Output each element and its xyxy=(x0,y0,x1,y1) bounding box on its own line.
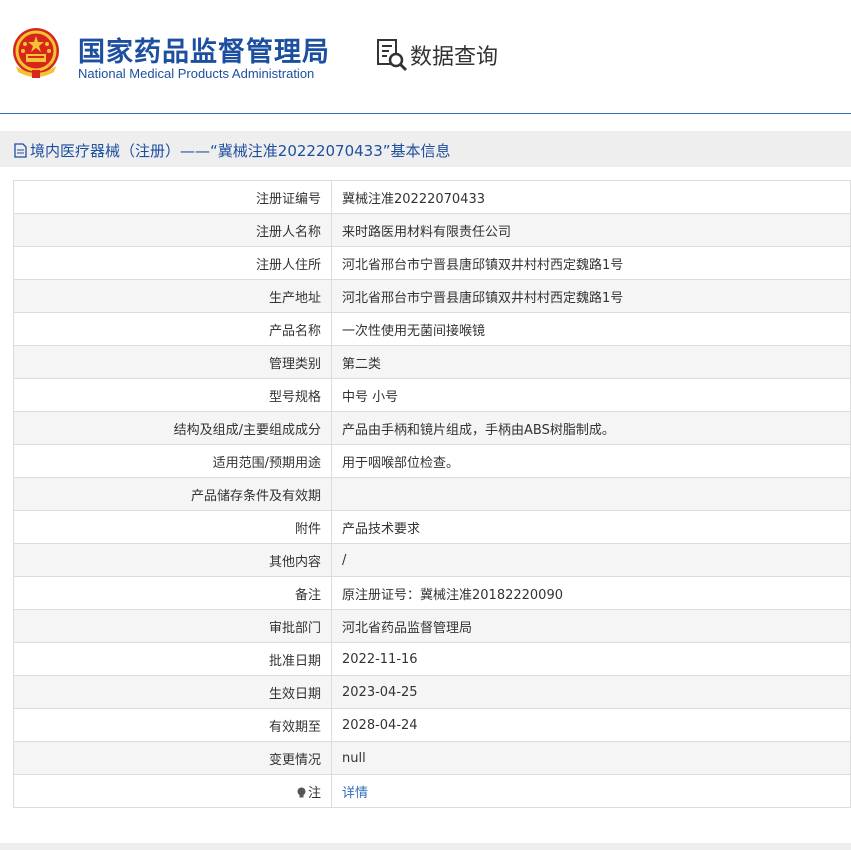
document-search-icon xyxy=(377,39,408,72)
org-name-cn: 国家药品监督管理局 xyxy=(78,37,330,68)
page-title: 境内医疗器械（注册）——“冀械注准20222070433”基本信息 xyxy=(14,140,451,161)
breadcrumb-bar: 境内医疗器械（注册）——“冀械注准20222070433”基本信息 xyxy=(0,131,851,167)
table-row: 产品储存条件及有效期 xyxy=(13,477,851,511)
table-row: 管理类别 第二类 xyxy=(13,345,851,379)
field-value: 用于咽喉部位检查。 xyxy=(331,444,851,478)
field-label: 生效日期 xyxy=(13,675,332,709)
table-row: 其他内容 / xyxy=(13,543,851,577)
field-label: 管理类别 xyxy=(13,345,332,379)
device-info-table: 注册证编号 冀械注准20222070433 注册人名称 来时路医用材料有限责任公司 注册… xyxy=(13,180,851,808)
field-label: 注册证编号 xyxy=(13,180,332,214)
site-header: 国家药品监督管理局 National Medical Products Admi… xyxy=(0,0,851,114)
table-row: 审批部门 河北省药品监督管理局 xyxy=(13,609,851,643)
table-row: 注册证编号 冀械注准20222070433 xyxy=(13,180,851,214)
field-value: 第二类 xyxy=(331,345,851,379)
org-name-en: National Medical Products Administration xyxy=(78,66,315,81)
table-row: 生效日期 2023-04-25 xyxy=(13,675,851,709)
table-row: 生产地址 河北省邢台市宁晋县唐邱镇双井村村西定魏路1号 xyxy=(13,279,851,313)
field-label: 其他内容 xyxy=(13,543,332,577)
field-label: 注册人住所 xyxy=(13,246,332,280)
page-title-text: 境内医疗器械（注册）——“冀械注准20222070433”基本信息 xyxy=(30,142,451,160)
table-row: 产品名称 一次性使用无菌间接喉镜 xyxy=(13,312,851,346)
field-value: 产品由手柄和镜片组成，手柄由ABS树脂制成。 xyxy=(331,411,851,445)
table-row: 适用范围/预期用途 用于咽喉部位检查。 xyxy=(13,444,851,478)
table-row-note: 注 详情 xyxy=(13,774,851,808)
field-value: null xyxy=(331,741,851,775)
field-value: 2023-04-25 xyxy=(331,675,851,709)
field-label: 型号规格 xyxy=(13,378,332,412)
field-value: 2028-04-24 xyxy=(331,708,851,742)
table-row: 注册人住所 河北省邢台市宁晋县唐邱镇双井村村西定魏路1号 xyxy=(13,246,851,280)
table-row: 备注 原注册证号：冀械注准20182220090 xyxy=(13,576,851,610)
note-label-cell: 注 xyxy=(13,774,332,808)
field-value: 产品技术要求 xyxy=(331,510,851,544)
field-value: 原注册证号：冀械注准20182220090 xyxy=(331,576,851,610)
field-value: 中号 小号 xyxy=(331,378,851,412)
field-label: 有效期至 xyxy=(13,708,332,742)
field-label: 生产地址 xyxy=(13,279,332,313)
field-label: 产品储存条件及有效期 xyxy=(13,477,332,511)
data-query-label: 数据查询 xyxy=(410,45,499,70)
field-label: 产品名称 xyxy=(13,312,332,346)
field-value: 2022-11-16 xyxy=(331,642,851,676)
field-label: 备注 xyxy=(13,576,332,610)
table-row: 批准日期 2022-11-16 xyxy=(13,642,851,676)
field-value: 河北省邢台市宁晋县唐邱镇双井村村西定魏路1号 xyxy=(331,279,851,313)
field-label: 审批部门 xyxy=(13,609,332,643)
table-row: 有效期至 2028-04-24 xyxy=(13,708,851,742)
document-icon xyxy=(14,143,27,158)
note-value-cell: 详情 xyxy=(331,774,851,808)
field-label: 变更情况 xyxy=(13,741,332,775)
lightbulb-icon xyxy=(297,787,306,797)
field-label: 适用范围/预期用途 xyxy=(13,444,332,478)
field-value: / xyxy=(331,543,851,577)
field-value: 冀械注准20222070433 xyxy=(331,180,851,214)
field-value: 一次性使用无菌间接喉镜 xyxy=(331,312,851,346)
table-row: 注册人名称 来时路医用材料有限责任公司 xyxy=(13,213,851,247)
field-label: 附件 xyxy=(13,510,332,544)
table-row: 变更情况 null xyxy=(13,741,851,775)
field-value: 来时路医用材料有限责任公司 xyxy=(331,213,851,247)
table-row: 附件 产品技术要求 xyxy=(13,510,851,544)
field-value: 河北省邢台市宁晋县唐邱镇双井村村西定魏路1号 xyxy=(331,246,851,280)
table-row: 型号规格 中号 小号 xyxy=(13,378,851,412)
footer-bar xyxy=(0,843,851,850)
field-label: 注册人名称 xyxy=(13,213,332,247)
field-value xyxy=(331,477,851,511)
table-row: 结构及组成/主要组成成分 产品由手柄和镜片组成，手柄由ABS树脂制成。 xyxy=(13,411,851,445)
field-label: 结构及组成/主要组成成分 xyxy=(13,411,332,445)
national-emblem-icon xyxy=(13,28,59,78)
field-value: 河北省药品监督管理局 xyxy=(331,609,851,643)
field-label: 批准日期 xyxy=(13,642,332,676)
data-query-link[interactable]: 数据查询 xyxy=(376,38,498,72)
details-link[interactable]: 详情 xyxy=(342,786,368,801)
note-label: 注 xyxy=(307,785,321,801)
